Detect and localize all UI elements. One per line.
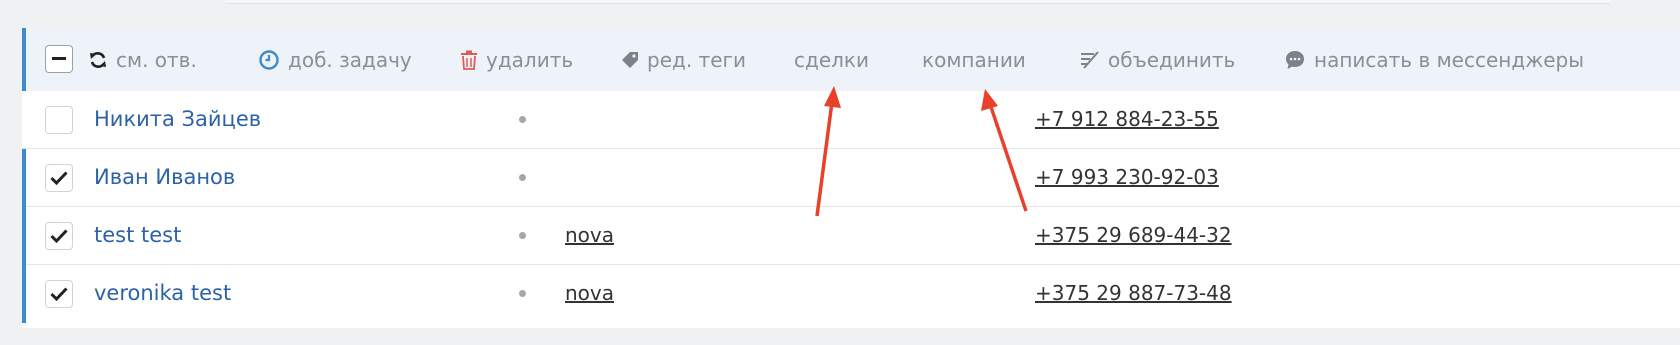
contact-phone-link[interactable]: +375 29 887-73-48 <box>1035 265 1232 323</box>
clock-icon <box>259 49 279 70</box>
contact-name-link[interactable]: Иван Иванов <box>94 149 235 207</box>
contacts-list-panel: см. отв. доб. задачу удалить ред. теги с… <box>22 28 1680 328</box>
table-row[interactable]: test test nova +375 29 689-44-32 <box>22 207 1680 265</box>
bulk-actions-toolbar: см. отв. доб. задачу удалить ред. теги с… <box>22 28 1680 91</box>
minus-icon <box>52 57 66 60</box>
add-task-label: доб. задачу <box>288 47 412 72</box>
top-strip-inner <box>225 0 1610 4</box>
companies-button[interactable]: компании <box>922 28 1026 91</box>
checkmark-icon <box>50 287 68 301</box>
row-checkbox[interactable] <box>45 222 73 250</box>
delete-button[interactable]: удалить <box>460 28 573 91</box>
add-task-button[interactable]: доб. задачу <box>258 28 412 91</box>
deals-button[interactable]: сделки <box>794 28 869 91</box>
messengers-label: написать в мессенджеры <box>1314 47 1584 72</box>
contact-tag[interactable]: nova <box>565 265 614 323</box>
contact-name-link[interactable]: Никита Зайцев <box>94 91 261 149</box>
table-row[interactable]: veronika test nova +375 29 887-73-48 <box>22 265 1680 323</box>
toolbar-accent-bar <box>22 28 26 91</box>
status-dot <box>519 116 526 123</box>
status-dot <box>519 174 526 181</box>
status-dot <box>519 290 526 297</box>
chat-bubble-icon <box>1286 50 1304 69</box>
contact-phone-link[interactable]: +7 912 884-23-55 <box>1035 91 1219 149</box>
delete-label: удалить <box>486 47 574 72</box>
edit-tags-button[interactable]: ред. теги <box>621 28 746 91</box>
contact-tag[interactable]: nova <box>565 207 614 265</box>
merge-icon <box>1081 50 1099 69</box>
deals-label: сделки <box>794 47 869 72</box>
change-owner-button[interactable]: см. отв. <box>88 28 197 91</box>
select-all-checkbox[interactable] <box>45 45 73 73</box>
contact-name-link[interactable]: test test <box>94 207 181 265</box>
row-selected-accent <box>22 207 26 265</box>
merge-label: объединить <box>1108 47 1236 72</box>
messengers-button[interactable]: написать в мессенджеры <box>1284 28 1584 91</box>
status-dot <box>519 232 526 239</box>
tag-icon <box>622 51 638 68</box>
contact-phone-link[interactable]: +7 993 230-92-03 <box>1035 149 1219 207</box>
checkmark-icon <box>50 229 68 243</box>
change-owner-label: см. отв. <box>116 47 197 72</box>
refresh-icon <box>90 51 106 68</box>
table-row[interactable]: Никита Зайцев +7 912 884-23-55 <box>22 91 1680 149</box>
table-row[interactable]: Иван Иванов +7 993 230-92-03 <box>22 149 1680 207</box>
row-checkbox[interactable] <box>45 106 73 134</box>
row-selected-accent <box>22 149 26 207</box>
checkmark-icon <box>50 171 68 185</box>
companies-label: компании <box>922 47 1026 72</box>
trash-icon <box>461 50 477 70</box>
row-checkbox[interactable] <box>45 280 73 308</box>
row-selected-accent <box>22 265 26 323</box>
contact-name-link[interactable]: veronika test <box>94 265 231 323</box>
top-strip <box>0 0 1680 8</box>
edit-tags-label: ред. теги <box>647 47 747 72</box>
contact-phone-link[interactable]: +375 29 689-44-32 <box>1035 207 1232 265</box>
merge-button[interactable]: объединить <box>1080 28 1235 91</box>
row-checkbox[interactable] <box>45 164 73 192</box>
